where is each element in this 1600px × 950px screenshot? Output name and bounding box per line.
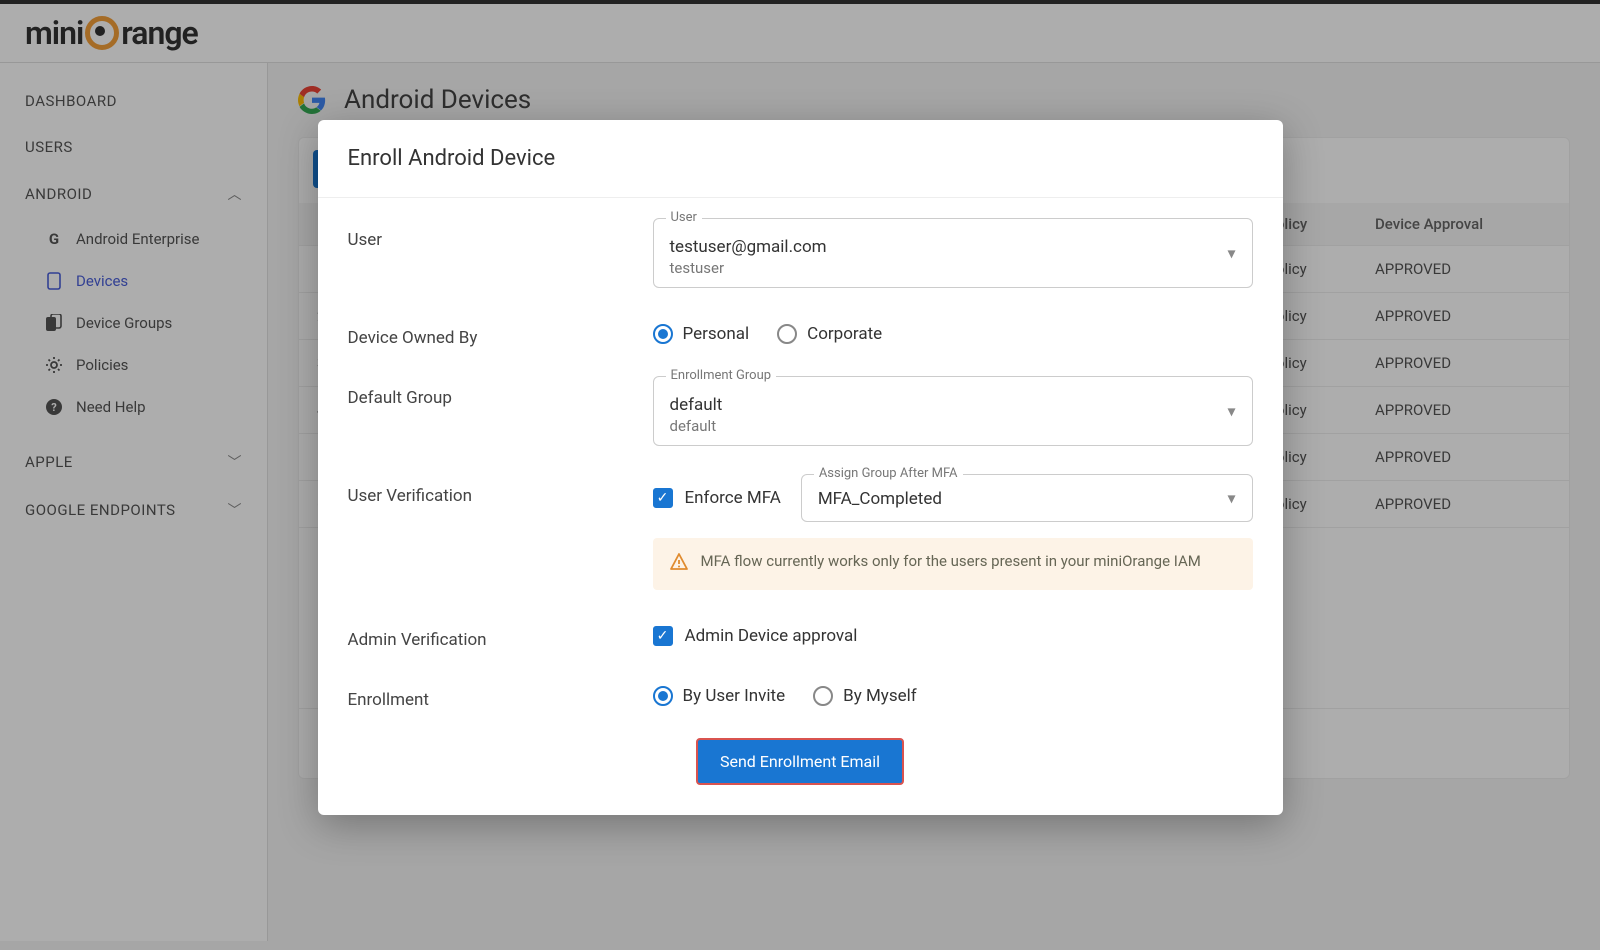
user-email: testuser@gmail.com (670, 237, 1236, 257)
group-secondary: default (670, 417, 1236, 435)
group-float-label: Enrollment Group (666, 368, 777, 383)
checkbox-checked-icon: ✓ (653, 626, 673, 646)
radio-myself-label: By Myself (843, 686, 917, 706)
warning-icon (669, 552, 689, 576)
user-verification-label: User Verification (348, 474, 653, 506)
user-float-label: User (666, 210, 702, 225)
radio-invite-label: By User Invite (683, 686, 786, 706)
enforce-mfa-label: Enforce MFA (685, 488, 781, 508)
radio-indicator-icon (653, 324, 673, 344)
user-name: testuser (670, 259, 1236, 277)
mfa-group-value: MFA_Completed (818, 489, 1236, 509)
caret-down-icon: ▾ (1227, 402, 1235, 421)
modal-overlay[interactable]: Enroll Android Device User User testuser… (0, 0, 1600, 950)
owned-by-label: Device Owned By (348, 316, 653, 348)
radio-corporate-label: Corporate (807, 324, 882, 344)
radio-by-invite[interactable]: By User Invite (653, 686, 786, 706)
mfa-warning-text: MFA flow currently works only for the us… (701, 552, 1201, 570)
group-primary: default (670, 395, 1236, 415)
user-label: User (348, 218, 653, 250)
mfa-float-label: Assign Group After MFA (814, 466, 963, 481)
checkbox-checked-icon: ✓ (653, 488, 673, 508)
user-select[interactable]: User testuser@gmail.com testuser ▾ (653, 218, 1253, 288)
caret-down-icon: ▾ (1227, 244, 1235, 263)
enrollment-label: Enrollment (348, 678, 653, 710)
send-enrollment-email-button[interactable]: Send Enrollment Email (696, 738, 904, 785)
modal-title: Enroll Android Device (318, 120, 1283, 198)
enrollment-group-select[interactable]: Enrollment Group default default ▾ (653, 376, 1253, 446)
default-group-label: Default Group (348, 376, 653, 408)
radio-personal-label: Personal (683, 324, 750, 344)
radio-indicator-icon (777, 324, 797, 344)
mfa-group-select[interactable]: Assign Group After MFA MFA_Completed ▾ (801, 474, 1253, 522)
radio-by-myself[interactable]: By Myself (813, 686, 917, 706)
radio-personal[interactable]: Personal (653, 324, 750, 344)
admin-verification-label: Admin Verification (348, 618, 653, 650)
enroll-device-modal: Enroll Android Device User User testuser… (318, 120, 1283, 815)
radio-corporate[interactable]: Corporate (777, 324, 882, 344)
radio-indicator-icon (653, 686, 673, 706)
radio-indicator-icon (813, 686, 833, 706)
mfa-warning-alert: MFA flow currently works only for the us… (653, 538, 1253, 590)
admin-approval-checkbox[interactable]: ✓ Admin Device approval (653, 626, 1253, 646)
admin-approval-label: Admin Device approval (685, 626, 858, 646)
caret-down-icon: ▾ (1227, 489, 1235, 508)
enforce-mfa-checkbox[interactable]: ✓ Enforce MFA (653, 474, 781, 508)
